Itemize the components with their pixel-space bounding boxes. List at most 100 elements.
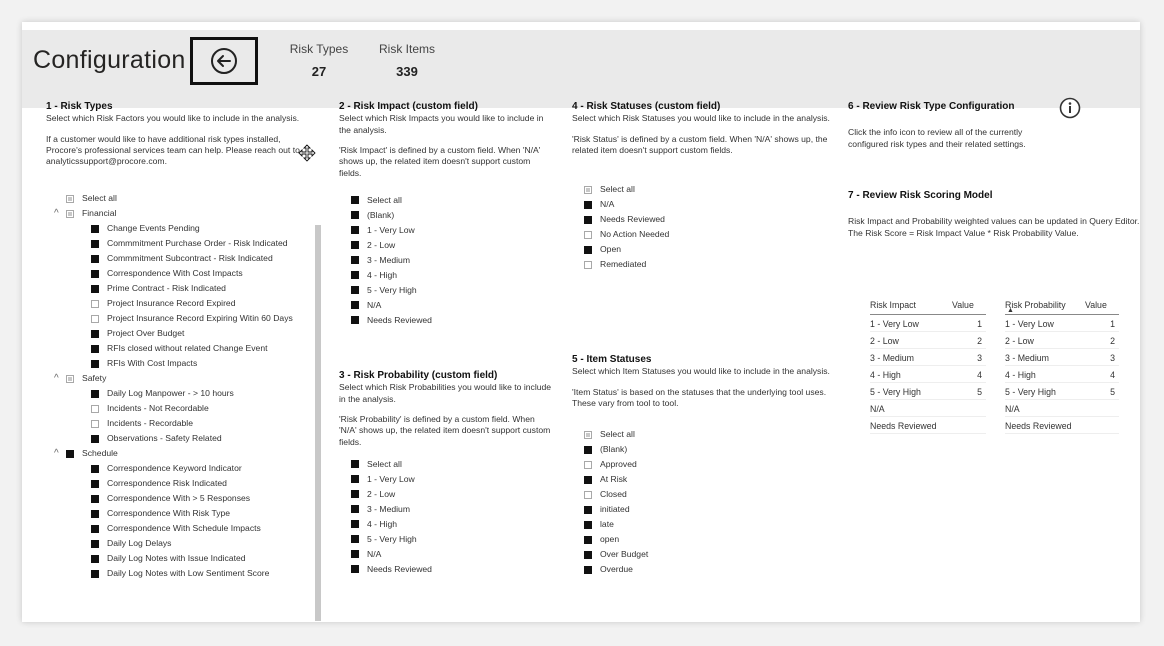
slicer-item[interactable]: Correspondence With Risk Type	[46, 507, 318, 522]
checkbox[interactable]	[91, 480, 99, 489]
column-header[interactable]: Risk Probability	[1005, 294, 1085, 315]
slicer-item[interactable]: ^ Schedule	[46, 447, 318, 462]
checkbox[interactable]	[584, 185, 592, 194]
checkbox[interactable]	[351, 550, 359, 559]
slicer-item[interactable]: Correspondence With Cost Impacts	[46, 267, 318, 282]
slicer-item[interactable]: 1 - Very Low	[339, 472, 554, 487]
slicer-item[interactable]: Incidents - Not Recordable	[46, 402, 318, 417]
checkbox[interactable]	[91, 270, 99, 279]
checkbox[interactable]	[91, 360, 99, 369]
checkbox[interactable]	[351, 196, 359, 205]
checkbox[interactable]	[91, 435, 99, 444]
slicer-item[interactable]: (Blank)	[339, 208, 554, 223]
slicer-item[interactable]: late	[572, 517, 837, 532]
checkbox[interactable]	[91, 465, 99, 474]
slicer-item[interactable]: 4 - High	[339, 268, 554, 283]
slicer-item[interactable]: 3 - Medium	[339, 253, 554, 268]
checkbox[interactable]	[584, 460, 592, 469]
checkbox[interactable]	[351, 271, 359, 280]
checkbox[interactable]	[584, 430, 592, 439]
checkbox[interactable]	[584, 550, 592, 559]
slicer-item[interactable]: Needs Reviewed	[572, 212, 837, 227]
slicer-item[interactable]: Project Over Budget	[46, 327, 318, 342]
slicer-item[interactable]: Change Events Pending	[46, 222, 318, 237]
slicer-item[interactable]: Select all	[572, 427, 837, 442]
checkbox[interactable]	[91, 315, 99, 324]
checkbox[interactable]	[351, 211, 359, 220]
checkbox[interactable]	[91, 225, 99, 234]
column-header[interactable]: Value	[1085, 294, 1119, 315]
slicer-item[interactable]: Daily Log Notes with Issue Indicated	[46, 552, 318, 567]
checkbox[interactable]	[351, 316, 359, 325]
slicer-item[interactable]: Closed	[572, 487, 837, 502]
checkbox[interactable]	[351, 256, 359, 265]
checkbox[interactable]	[351, 490, 359, 499]
checkbox[interactable]	[351, 520, 359, 529]
checkbox[interactable]	[91, 510, 99, 519]
checkbox[interactable]	[351, 475, 359, 484]
checkbox[interactable]	[351, 565, 359, 574]
checkbox[interactable]	[91, 525, 99, 534]
checkbox[interactable]	[584, 260, 592, 269]
checkbox[interactable]	[351, 535, 359, 544]
checkbox[interactable]	[584, 445, 592, 454]
checkbox[interactable]	[91, 405, 99, 414]
checkbox[interactable]	[91, 495, 99, 504]
checkbox[interactable]	[584, 535, 592, 544]
slicer-item[interactable]: Needs Reviewed	[339, 313, 554, 328]
checkbox[interactable]	[584, 565, 592, 574]
slicer-item[interactable]: 1 - Very Low	[339, 223, 554, 238]
slicer-item[interactable]: Correspondence With Schedule Impacts	[46, 522, 318, 537]
slicer-item[interactable]: 3 - Medium	[339, 502, 554, 517]
slicer-item[interactable]: RFIs closed without related Change Event	[46, 342, 318, 357]
checkbox[interactable]	[66, 195, 74, 204]
slicer-item[interactable]: Daily Log Notes with Low Sentiment Score	[46, 567, 318, 582]
checkbox[interactable]	[584, 215, 592, 224]
slicer-item[interactable]: 5 - Very High	[339, 532, 554, 547]
checkbox[interactable]	[91, 240, 99, 249]
slicer-item[interactable]: Correspondence Risk Indicated	[46, 477, 318, 492]
checkbox[interactable]	[91, 570, 99, 579]
slicer-item[interactable]: Approved	[572, 457, 837, 472]
checkbox[interactable]	[584, 505, 592, 514]
checkbox[interactable]	[91, 555, 99, 564]
checkbox[interactable]	[351, 301, 359, 310]
checkbox[interactable]	[584, 490, 592, 499]
checkbox[interactable]	[91, 420, 99, 429]
checkbox[interactable]	[351, 505, 359, 514]
chevron-up-icon[interactable]: ^	[54, 372, 66, 385]
checkbox[interactable]	[584, 475, 592, 484]
slicer-item[interactable]: N/A	[339, 547, 554, 562]
slicer-item[interactable]: At Risk	[572, 472, 837, 487]
checkbox[interactable]	[91, 540, 99, 549]
slicer-item[interactable]: N/A	[339, 298, 554, 313]
slicer-item[interactable]: Project Insurance Record Expiring Witin …	[46, 312, 318, 327]
slicer-item[interactable]: initiated	[572, 502, 837, 517]
checkbox[interactable]	[584, 245, 592, 254]
checkbox[interactable]	[66, 450, 74, 459]
info-circle-icon[interactable]	[1059, 97, 1081, 119]
checkbox[interactable]	[351, 460, 359, 469]
checkbox[interactable]	[91, 255, 99, 264]
checkbox[interactable]	[351, 241, 359, 250]
slicer-item[interactable]: 2 - Low	[339, 238, 554, 253]
slicer-item[interactable]: ^ Financial	[46, 207, 318, 222]
checkbox[interactable]	[91, 300, 99, 309]
slicer-item[interactable]: Correspondence With > 5 Responses	[46, 492, 318, 507]
slicer-item[interactable]: Select all	[572, 182, 837, 197]
slicer-item[interactable]: Commmitment Subcontract - Risk Indicated	[46, 252, 318, 267]
slicer-item[interactable]: Select all	[339, 457, 554, 472]
back-button[interactable]	[190, 37, 258, 85]
slicer-item[interactable]: Overdue	[572, 562, 837, 577]
slicer-item[interactable]: open	[572, 532, 837, 547]
slicer-item[interactable]: ^ Safety	[46, 372, 318, 387]
slicer-item[interactable]: Select all	[339, 193, 554, 208]
slicer-item[interactable]: Over Budget	[572, 547, 837, 562]
slicer-item[interactable]: N/A	[572, 197, 837, 212]
checkbox[interactable]	[584, 230, 592, 239]
slicer-item[interactable]: RFIs With Cost Impacts	[46, 357, 318, 372]
checkbox[interactable]	[351, 286, 359, 295]
slicer-item[interactable]: 5 - Very High	[339, 283, 554, 298]
checkbox[interactable]	[584, 520, 592, 529]
checkbox[interactable]	[66, 210, 74, 219]
